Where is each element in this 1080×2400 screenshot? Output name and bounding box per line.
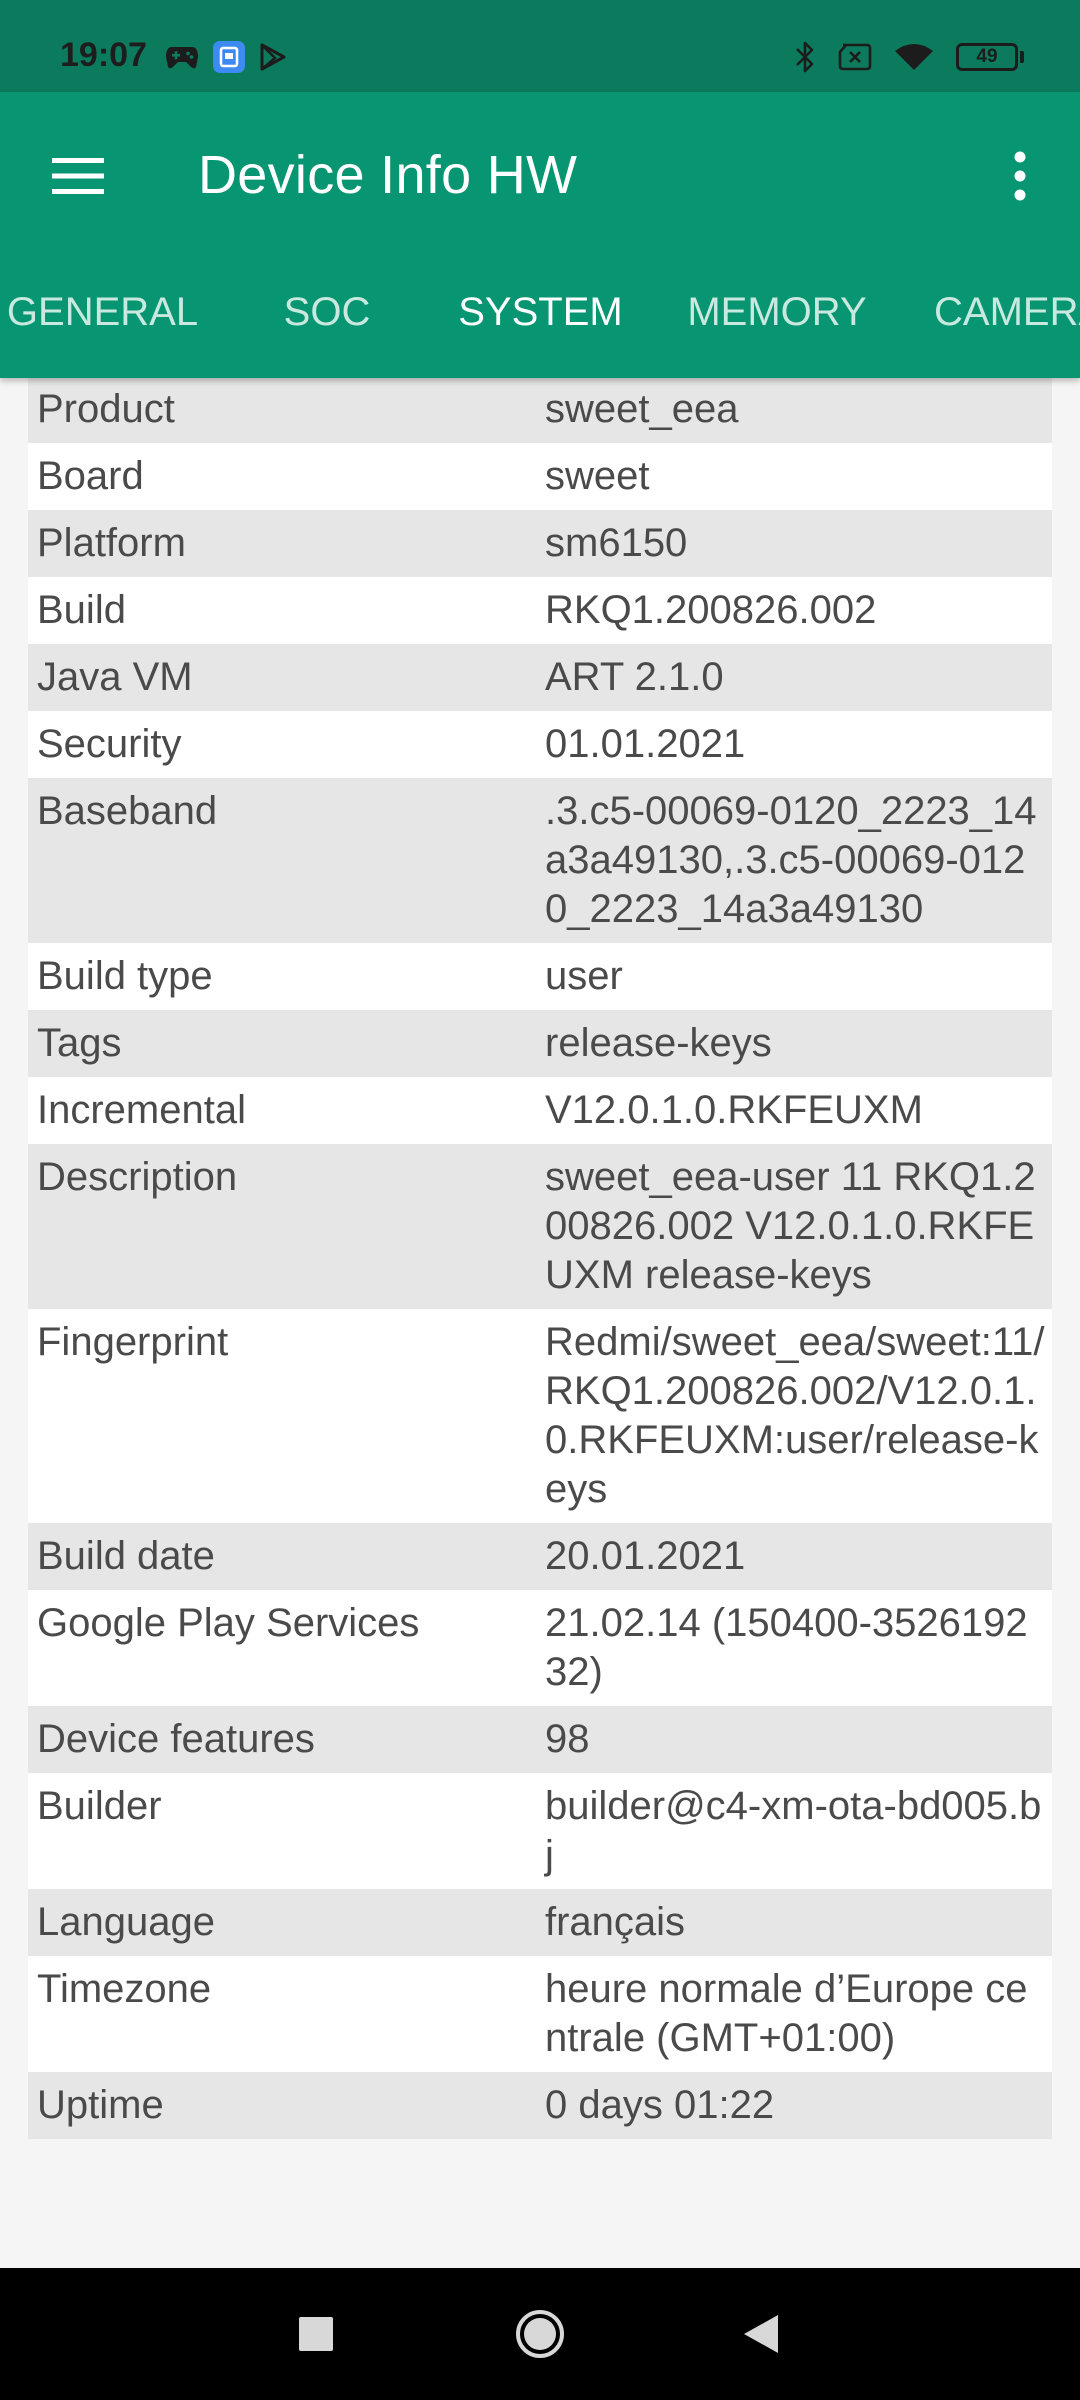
info-row-label: Incremental bbox=[37, 1088, 246, 1132]
info-row: Language français bbox=[28, 1889, 1052, 1956]
info-row: Timezone heure normale d’Europe centrale … bbox=[28, 1956, 1052, 2072]
info-row-value: V12.0.1.0.RKFEUXM bbox=[545, 1088, 923, 1132]
info-row-value: 20.01.2021 bbox=[545, 1534, 746, 1578]
tab-soc[interactable]: SOC bbox=[232, 282, 422, 378]
info-row-label: Fingerprint bbox=[37, 1320, 229, 1364]
info-row: Tags release-keys bbox=[28, 1010, 1052, 1077]
info-row: Security 01.01.2021 bbox=[28, 711, 1052, 778]
info-row-value: sweet_eea-user 11 RKQ1.200826.002 V12.0.… bbox=[545, 1155, 1036, 1297]
info-row-value: Redmi/sweet_eea/sweet:11/RKQ1.200826.002… bbox=[545, 1320, 1045, 1511]
recents-square-icon bbox=[299, 2317, 333, 2351]
info-row-value: 98 bbox=[545, 1717, 590, 1761]
info-row-value: heure normale d’Europe centrale (GMT+01:… bbox=[545, 1967, 1028, 2060]
info-row-label: Platform bbox=[37, 521, 186, 565]
recents-button[interactable] bbox=[276, 2294, 356, 2374]
gamepad-icon bbox=[166, 47, 198, 69]
tab-memory[interactable]: MEMORY bbox=[670, 282, 884, 378]
info-row-label: Build type bbox=[37, 954, 213, 998]
status-right-icons: 49 bbox=[794, 40, 1024, 74]
app-bar: Device Info HW GENERAL SOC SYSTEM MEMORY… bbox=[0, 92, 1080, 378]
info-row-label: Google Play Services bbox=[37, 1601, 420, 1645]
play-store-icon bbox=[260, 43, 286, 71]
navigation-bar bbox=[0, 2268, 1080, 2400]
app-title: Device Info HW bbox=[198, 145, 578, 205]
info-row-label: Security bbox=[37, 722, 182, 766]
info-row-label: Description bbox=[37, 1155, 238, 1199]
info-row: Build date 20.01.2021 bbox=[28, 1523, 1052, 1590]
info-row-label: Device features bbox=[37, 1717, 315, 1761]
info-row-value: 21.02.14 (150400-352619232) bbox=[545, 1601, 1028, 1694]
info-row-label: Uptime bbox=[37, 2083, 164, 2127]
info-row-value: builder@c4-xm-ota-bd005.bj bbox=[545, 1784, 1042, 1877]
bluetooth-icon bbox=[796, 41, 814, 73]
info-row: Platform sm6150 bbox=[28, 510, 1052, 577]
info-row: Java VM ART 2.1.0 bbox=[28, 644, 1052, 711]
info-row-label: Builder bbox=[37, 1784, 162, 1828]
info-row-value: 01.01.2021 bbox=[545, 722, 746, 766]
info-row: Board sweet bbox=[28, 443, 1052, 510]
system-info-table: Product sweet_eea Board sweet Platform sm6150… bbox=[28, 378, 1052, 2139]
tab-camera[interactable]: CAMERA bbox=[920, 282, 1080, 378]
home-circle-icon bbox=[516, 2310, 564, 2358]
status-bar: 19:07 49 bbox=[0, 0, 1080, 92]
battery-level: 49 bbox=[956, 43, 1018, 71]
home-button[interactable] bbox=[500, 2294, 580, 2374]
tab-system[interactable]: SYSTEM bbox=[426, 282, 655, 378]
info-row: Build RKQ1.200826.002 bbox=[28, 577, 1052, 644]
no-sim-icon bbox=[838, 43, 872, 71]
info-row-value: ART 2.1.0 bbox=[545, 655, 724, 699]
overflow-menu-button[interactable] bbox=[982, 138, 1058, 214]
info-row-value: français bbox=[545, 1900, 686, 1944]
info-row-value: release-keys bbox=[545, 1021, 772, 1065]
info-row: Fingerprint Redmi/sweet_eea/sweet:11/RKQ1… bbox=[28, 1309, 1052, 1523]
menu-button[interactable] bbox=[40, 138, 116, 214]
info-row-value: RKQ1.200826.002 bbox=[545, 588, 877, 632]
info-row-value: sm6150 bbox=[545, 521, 688, 565]
info-row-label: Build bbox=[37, 588, 126, 632]
app-notification-icon bbox=[213, 41, 245, 73]
info-row-label: Java VM bbox=[37, 655, 193, 699]
info-row: Description sweet_eea-user 11 RKQ1.200826… bbox=[28, 1144, 1052, 1309]
info-row-label: Product bbox=[37, 387, 175, 431]
battery-tip bbox=[1020, 51, 1024, 63]
info-row: Incremental V12.0.1.0.RKFEUXM bbox=[28, 1077, 1052, 1144]
system-info-content[interactable]: Product sweet_eea Board sweet Platform sm6150… bbox=[0, 378, 1080, 2268]
battery-icon: 49 bbox=[956, 43, 1024, 71]
info-row-label: Language bbox=[37, 1900, 215, 1944]
hamburger-menu-icon bbox=[52, 158, 104, 194]
status-time: 19:07 bbox=[60, 36, 147, 74]
info-row-value: .3.c5-00069-0120_2223_14a3a49130,.3.c5-0… bbox=[545, 789, 1037, 931]
info-row-value: sweet_eea bbox=[545, 387, 739, 431]
info-row: Device features 98 bbox=[28, 1706, 1052, 1773]
tab-general[interactable]: GENERAL bbox=[0, 282, 205, 378]
tab-bar: GENERAL SOC SYSTEM MEMORY CAMERA bbox=[0, 282, 1080, 378]
more-vertical-icon bbox=[1014, 151, 1026, 201]
info-row: Builder builder@c4-xm-ota-bd005.bj bbox=[28, 1773, 1052, 1889]
info-row-label: Tags bbox=[37, 1021, 122, 1065]
info-row-label: Baseband bbox=[37, 789, 218, 833]
info-row-value: user bbox=[545, 954, 623, 998]
info-row: Google Play Services 21.02.14 (150400-352… bbox=[28, 1590, 1052, 1706]
back-triangle-icon bbox=[744, 2315, 778, 2353]
back-button[interactable] bbox=[720, 2294, 800, 2374]
info-row: Product sweet_eea bbox=[28, 378, 1052, 443]
info-row-label: Build date bbox=[37, 1534, 215, 1578]
info-row-value: 0 days 01:22 bbox=[545, 2083, 775, 2127]
status-left-icons bbox=[165, 40, 287, 74]
info-row: Build type user bbox=[28, 943, 1052, 1010]
info-row: Uptime 0 days 01:22 bbox=[28, 2072, 1052, 2139]
info-row-label: Board bbox=[37, 454, 144, 498]
info-row: Baseband .3.c5-00069-0120_2223_14a3a49130… bbox=[28, 778, 1052, 943]
info-row-value: sweet bbox=[545, 454, 650, 498]
info-row-label: Timezone bbox=[37, 1967, 212, 2011]
wifi-icon bbox=[895, 44, 933, 70]
